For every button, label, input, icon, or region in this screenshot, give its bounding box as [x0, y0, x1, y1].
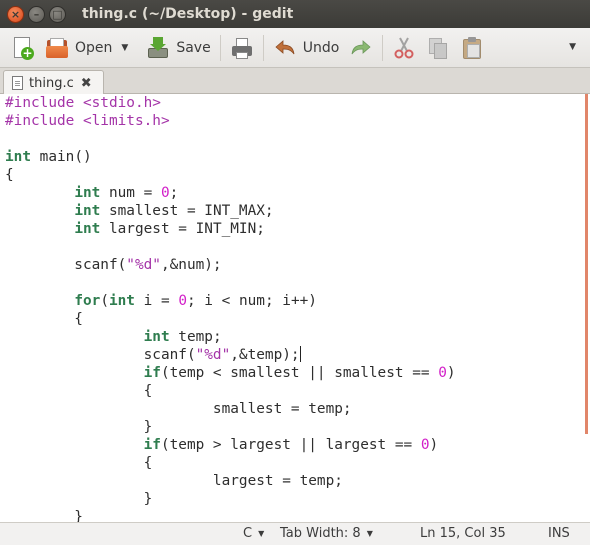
minimize-window-button[interactable]: – — [28, 5, 45, 23]
code-line[interactable]: { — [5, 310, 456, 328]
open-button[interactable]: Open ▼ — [40, 31, 133, 65]
code-line[interactable]: scanf("%d",&num); — [5, 256, 456, 274]
folder-icon — [45, 36, 69, 60]
document-tab-bar: thing.c ✖ — [0, 68, 590, 95]
code-line[interactable]: int num = 0; — [5, 184, 456, 202]
document-icon — [12, 76, 23, 90]
code-line[interactable]: int temp; — [5, 328, 456, 346]
insert-mode: INS — [548, 526, 570, 541]
code-line[interactable]: ​ — [5, 274, 456, 292]
window-controls: × – □ — [7, 5, 66, 23]
code-line[interactable]: scanf("%d",&temp); — [5, 346, 456, 364]
paste-icon — [460, 36, 484, 60]
save-button[interactable]: Save — [141, 31, 215, 65]
close-window-button[interactable]: × — [7, 5, 24, 23]
code-line[interactable]: } — [5, 508, 456, 522]
save-label: Save — [176, 39, 211, 56]
code-line[interactable]: largest = temp; — [5, 472, 456, 490]
undo-button[interactable]: Undo — [268, 31, 345, 65]
code-line[interactable]: ​ — [5, 130, 456, 148]
tab-width-selector[interactable]: Tab Width: 8 ▼ — [280, 526, 373, 541]
close-tab-icon[interactable]: ✖ — [81, 76, 92, 91]
copy-icon — [426, 36, 450, 60]
open-dropdown-icon[interactable]: ▼ — [121, 43, 128, 53]
printer-icon — [230, 36, 254, 60]
code-line[interactable]: if(temp < smallest || smallest == 0) — [5, 364, 456, 382]
code-text[interactable]: #include <stdio.h>#include <limits.h>​in… — [5, 94, 456, 522]
toolbar-overflow-icon[interactable]: ▼ — [569, 42, 576, 52]
save-icon — [146, 36, 170, 60]
new-document-icon: + — [11, 36, 35, 60]
code-line[interactable]: { — [5, 382, 456, 400]
code-line[interactable]: for(int i = 0; i < num; i++) — [5, 292, 456, 310]
code-line[interactable]: ​ — [5, 238, 456, 256]
code-line[interactable]: { — [5, 454, 456, 472]
copy-button[interactable] — [421, 31, 455, 65]
code-line[interactable]: } — [5, 490, 456, 508]
redo-button[interactable] — [344, 31, 378, 65]
toolbar: + Open ▼ Save Undo ▼ — [0, 28, 590, 68]
toolbar-separator — [382, 34, 384, 61]
language-dropdown-icon: ▼ — [258, 529, 265, 538]
title-bar: × – □ thing.c (~/Desktop) - gedit — [0, 0, 590, 28]
undo-arrow-icon — [273, 36, 297, 60]
code-line[interactable]: #include <stdio.h> — [5, 94, 456, 112]
language-selector[interactable]: C ▼ — [243, 526, 264, 541]
code-line[interactable]: { — [5, 166, 456, 184]
print-button[interactable] — [225, 31, 259, 65]
code-line[interactable]: } — [5, 418, 456, 436]
new-document-button[interactable]: + — [6, 31, 40, 65]
code-line[interactable]: int largest = INT_MIN; — [5, 220, 456, 238]
code-line[interactable]: if(temp > largest || largest == 0) — [5, 436, 456, 454]
tab-thing-c[interactable]: thing.c ✖ — [3, 70, 104, 95]
tab-label: thing.c — [29, 75, 74, 91]
code-line[interactable]: int main() — [5, 148, 456, 166]
code-line[interactable]: smallest = temp; — [5, 400, 456, 418]
cursor-position: Ln 15, Col 35 — [420, 526, 506, 541]
redo-arrow-icon — [349, 36, 373, 60]
toolbar-separator — [262, 34, 264, 61]
toolbar-separator — [219, 34, 221, 61]
undo-label: Undo — [302, 39, 340, 56]
code-line[interactable]: #include <limits.h> — [5, 112, 456, 130]
open-label: Open — [75, 39, 113, 56]
tab-width-dropdown-icon: ▼ — [366, 529, 373, 538]
code-line[interactable]: int smallest = INT_MAX; — [5, 202, 456, 220]
window-title: thing.c (~/Desktop) - gedit — [82, 6, 294, 22]
right-margin-indicator — [585, 94, 588, 434]
text-cursor — [299, 346, 301, 362]
maximize-window-button[interactable]: □ — [49, 5, 66, 23]
cut-button[interactable] — [387, 31, 421, 65]
status-bar: C ▼ Tab Width: 8 ▼ Ln 15, Col 35 INS — [0, 522, 590, 545]
code-editor[interactable]: #include <stdio.h>#include <limits.h>​in… — [0, 94, 590, 522]
scissors-icon — [392, 36, 416, 60]
paste-button[interactable] — [455, 31, 489, 65]
